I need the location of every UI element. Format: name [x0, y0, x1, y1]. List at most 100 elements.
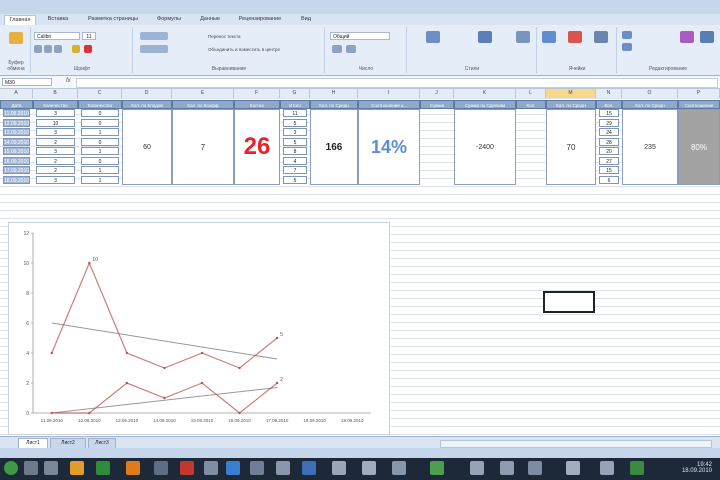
fx-icon[interactable]: fx [66, 78, 71, 84]
app-icon[interactable] [362, 461, 376, 475]
font-size-select[interactable]: 11 [82, 32, 96, 40]
app-icon[interactable] [430, 461, 444, 475]
app-icon[interactable] [470, 461, 484, 475]
column-header-o[interactable]: O [622, 89, 678, 98]
value-cell: 0 [81, 109, 119, 117]
table-header-cell: Кол. по Средн [622, 100, 678, 109]
app-icon[interactable] [180, 461, 194, 475]
value-cell: 4 [283, 156, 307, 165]
table-header-cell: Кол. по Средн [546, 100, 596, 109]
x-tick-label: 19.09.2010 [341, 418, 364, 423]
align-left-icon[interactable] [140, 45, 168, 53]
app-icon[interactable] [250, 461, 264, 475]
merge-center-button[interactable]: Объединить и поместить в центре [208, 47, 280, 52]
cell-styles-icon[interactable] [516, 31, 530, 43]
number-format-select[interactable]: Общий [330, 32, 390, 40]
app-icon[interactable] [204, 461, 218, 475]
app-icon[interactable] [70, 461, 84, 475]
conditional-format-icon[interactable] [426, 31, 440, 43]
app-icon[interactable] [276, 461, 290, 475]
paste-icon[interactable] [9, 32, 23, 44]
app-icon[interactable] [500, 461, 514, 475]
app-icon[interactable] [332, 461, 346, 475]
kpi-value: 80% [690, 142, 707, 152]
fill-icon[interactable] [622, 43, 632, 51]
currency-icon[interactable] [332, 45, 342, 53]
kpi-block-p: 80% [678, 109, 720, 185]
column-header-g[interactable]: G [280, 89, 310, 98]
kpi-value: -2400 [476, 143, 494, 151]
app-icon[interactable] [226, 461, 240, 475]
kpi-block-i: 14% [358, 109, 420, 185]
column-header-f[interactable]: F [234, 89, 280, 98]
column-header-p[interactable]: P [678, 89, 720, 98]
ribbon-tab-5[interactable]: Данные [194, 15, 226, 24]
column-header-c[interactable]: C [78, 89, 122, 98]
wrap-text-button[interactable]: Перенос текста [208, 34, 241, 39]
ribbon-tab-7[interactable]: Вид [294, 15, 318, 24]
value-cell: 5 [283, 137, 307, 146]
value-cell: 2 [36, 156, 75, 165]
find-select-icon[interactable] [700, 31, 714, 43]
horizontal-scrollbar[interactable] [440, 440, 712, 448]
app-icon[interactable] [154, 461, 168, 475]
data-point [88, 261, 91, 265]
ribbon-tab-2[interactable]: Вставка [40, 15, 76, 24]
app-icon[interactable] [24, 461, 38, 475]
ribbon-tab-4[interactable]: Формулы [150, 15, 188, 24]
column-header-h[interactable]: H [310, 89, 358, 98]
underline-icon[interactable] [54, 45, 62, 53]
kpi-value: 235 [644, 143, 656, 151]
column-header-l[interactable]: L [516, 89, 546, 98]
excel-icon[interactable] [96, 461, 110, 475]
app-icon[interactable] [566, 461, 580, 475]
ribbon-tab-1[interactable]: Главная [4, 15, 36, 25]
column-header-n[interactable]: N [596, 89, 622, 98]
column-header-m[interactable]: M [546, 89, 596, 98]
column-header-i[interactable]: I [358, 89, 420, 98]
data-point [163, 396, 166, 400]
italic-icon[interactable] [44, 45, 52, 53]
start-icon[interactable] [4, 461, 18, 475]
ribbon-tab-3[interactable]: Разметка страницы [82, 15, 144, 24]
app-icon[interactable] [630, 461, 644, 475]
date-cell: 18.09.2010 [3, 175, 30, 184]
column-header-b[interactable]: B [33, 89, 78, 98]
column-header-j[interactable]: J [420, 89, 454, 98]
system-clock: 19:42 18.09.2010 [682, 462, 712, 474]
line-chart[interactable]: 0 2 4 6 8 10 12 11.09.2010 12.09.2010 13.09.2010 1… [8, 222, 390, 435]
app-icon[interactable] [302, 461, 316, 475]
name-box[interactable]: M30 [2, 78, 52, 86]
app-icon[interactable] [126, 461, 140, 475]
percent-icon[interactable] [346, 45, 356, 53]
insert-cells-icon[interactable] [542, 31, 556, 43]
app-icon[interactable] [600, 461, 614, 475]
active-cell-selection[interactable] [543, 291, 595, 313]
value-cell: 29 [599, 118, 619, 127]
sort-filter-icon[interactable] [680, 31, 694, 43]
app-icon[interactable] [528, 461, 542, 475]
font-name-select[interactable]: Calibri [34, 32, 80, 40]
delete-cells-icon[interactable] [568, 31, 582, 43]
column-header-d[interactable]: D [122, 89, 172, 98]
ribbon-tab-6[interactable]: Рецензирование [232, 15, 288, 24]
ribbon: Буфер обмена Calibri 11 Шрифт Перенос те… [0, 25, 720, 76]
font-color-icon[interactable] [84, 45, 92, 53]
fill-color-icon[interactable] [72, 45, 80, 53]
column-header-e[interactable]: E [172, 89, 234, 98]
align-top-icon[interactable] [140, 32, 168, 40]
x-tick-label: 13.09.2010 [116, 418, 139, 423]
kpi-value: 70 [566, 142, 576, 152]
app-icon[interactable] [392, 461, 406, 475]
format-cells-icon[interactable] [594, 31, 608, 43]
bold-icon[interactable] [34, 45, 42, 53]
column-header-a[interactable]: A [0, 89, 33, 98]
x-tick-label: 11.09.2010 [41, 418, 64, 423]
autosum-icon[interactable] [622, 31, 632, 39]
number-group: Общий Число [326, 27, 407, 73]
formula-input[interactable] [76, 78, 718, 88]
column-header-k[interactable]: K [454, 89, 516, 98]
app-icon[interactable] [44, 461, 58, 475]
group-label: Стили [464, 66, 480, 72]
format-table-icon[interactable] [478, 31, 492, 43]
